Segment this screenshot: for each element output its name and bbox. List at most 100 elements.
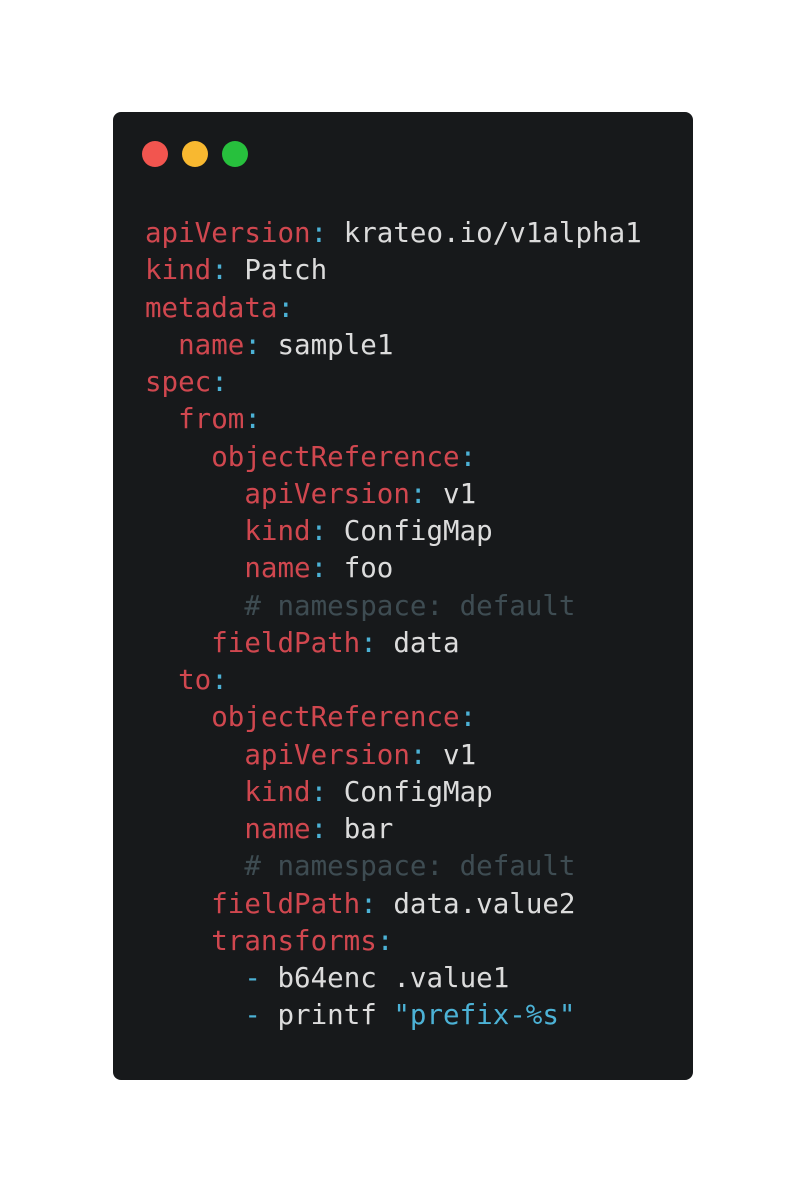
code-key: spec bbox=[145, 366, 212, 398]
close-dot-icon[interactable] bbox=[142, 141, 168, 167]
code-line: # namespace: default bbox=[145, 848, 642, 885]
code-line: apiVersion: krateo.io/v1alpha1 bbox=[145, 215, 642, 252]
code-key: fieldPath bbox=[211, 887, 361, 920]
code-colon: : bbox=[310, 217, 328, 249]
code-line: objectReference: bbox=[145, 439, 642, 476]
code-line: fieldPath: data bbox=[145, 625, 642, 662]
code-value: foo bbox=[327, 552, 394, 585]
code-key: kind bbox=[244, 515, 311, 547]
code-line: name: sample1 bbox=[145, 327, 642, 364]
code-colon: : bbox=[310, 552, 328, 585]
code-line: from: bbox=[145, 401, 642, 438]
code-line: name: bar bbox=[145, 811, 642, 848]
code-list-dash: - bbox=[244, 962, 261, 994]
code-key: metadata bbox=[145, 291, 278, 324]
code-line: apiVersion: v1 bbox=[145, 476, 642, 513]
code-key: apiVersion bbox=[244, 738, 410, 771]
code-value: krateo.io/v1alpha1 bbox=[327, 217, 642, 249]
window-controls bbox=[142, 141, 248, 167]
code-key: name bbox=[244, 813, 311, 845]
code-key: kind bbox=[145, 254, 212, 287]
code-key: objectReference bbox=[211, 701, 460, 734]
code-value: b64enc .value1 bbox=[260, 962, 510, 994]
code-key: name bbox=[178, 328, 245, 361]
code-key: apiVersion bbox=[244, 477, 410, 510]
code-line: fieldPath: data.value2 bbox=[145, 886, 642, 923]
code-key: name bbox=[244, 552, 311, 585]
code-colon: : bbox=[244, 403, 261, 436]
code-key: kind bbox=[244, 775, 311, 808]
code-value: ConfigMap bbox=[327, 515, 493, 547]
code-value: v1 bbox=[426, 477, 477, 510]
code-colon: : bbox=[277, 291, 295, 324]
code-colon: : bbox=[360, 626, 377, 659]
code-colon: : bbox=[310, 775, 328, 808]
code-value: data.value2 bbox=[376, 887, 576, 920]
code-string: "prefix-%s" bbox=[393, 999, 576, 1032]
code-key: objectReference bbox=[211, 440, 460, 473]
code-value: sample1 bbox=[260, 328, 394, 361]
code-colon: : bbox=[376, 924, 394, 957]
code-colon: : bbox=[211, 254, 228, 287]
code-value: v1 bbox=[426, 738, 477, 771]
code-key: apiVersion bbox=[145, 217, 311, 249]
code-key: to bbox=[178, 664, 212, 696]
code-line: kind: ConfigMap bbox=[145, 513, 642, 550]
code-colon: : bbox=[459, 701, 477, 734]
code-colon: : bbox=[310, 515, 328, 547]
code-line: apiVersion: v1 bbox=[145, 737, 642, 774]
code-value: Patch bbox=[227, 254, 328, 287]
code-line: - b64enc .value1 bbox=[145, 960, 642, 997]
code-line: to: bbox=[145, 662, 642, 699]
code-colon: : bbox=[211, 664, 228, 696]
code-line: metadata: bbox=[145, 290, 642, 327]
code-line: objectReference: bbox=[145, 699, 642, 736]
code-colon: : bbox=[310, 813, 328, 845]
code-line: kind: Patch bbox=[145, 252, 642, 289]
code-colon: : bbox=[244, 328, 261, 361]
code-line: name: foo bbox=[145, 550, 642, 587]
code-list-dash: - bbox=[244, 999, 261, 1032]
code-line: - printf "prefix-%s" bbox=[145, 997, 642, 1034]
code-key: transforms bbox=[211, 924, 377, 957]
code-value: printf bbox=[260, 999, 394, 1032]
code-key: fieldPath bbox=[211, 626, 361, 659]
code-colon: : bbox=[459, 440, 477, 473]
code-comment: # namespace: default bbox=[244, 850, 576, 883]
maximize-dot-icon[interactable] bbox=[222, 141, 248, 167]
code-value: bar bbox=[327, 813, 394, 845]
code-value: ConfigMap bbox=[327, 775, 493, 808]
code-colon: : bbox=[211, 366, 228, 398]
minimize-dot-icon[interactable] bbox=[182, 141, 208, 167]
code-value: data bbox=[376, 626, 460, 659]
code-key: from bbox=[178, 403, 245, 436]
code-line: transforms: bbox=[145, 923, 642, 960]
code-line: spec: bbox=[145, 364, 642, 401]
code-colon: : bbox=[409, 738, 427, 771]
code-comment: # namespace: default bbox=[244, 589, 576, 622]
code-line: kind: ConfigMap bbox=[145, 774, 642, 811]
code-colon: : bbox=[360, 887, 377, 920]
code-line: # namespace: default bbox=[145, 588, 642, 625]
code-block: apiVersion: krateo.io/v1alpha1 kind: Patc… bbox=[145, 215, 642, 1035]
code-colon: : bbox=[409, 477, 427, 510]
code-window: apiVersion: krateo.io/v1alpha1 kind: Patc… bbox=[113, 112, 693, 1080]
